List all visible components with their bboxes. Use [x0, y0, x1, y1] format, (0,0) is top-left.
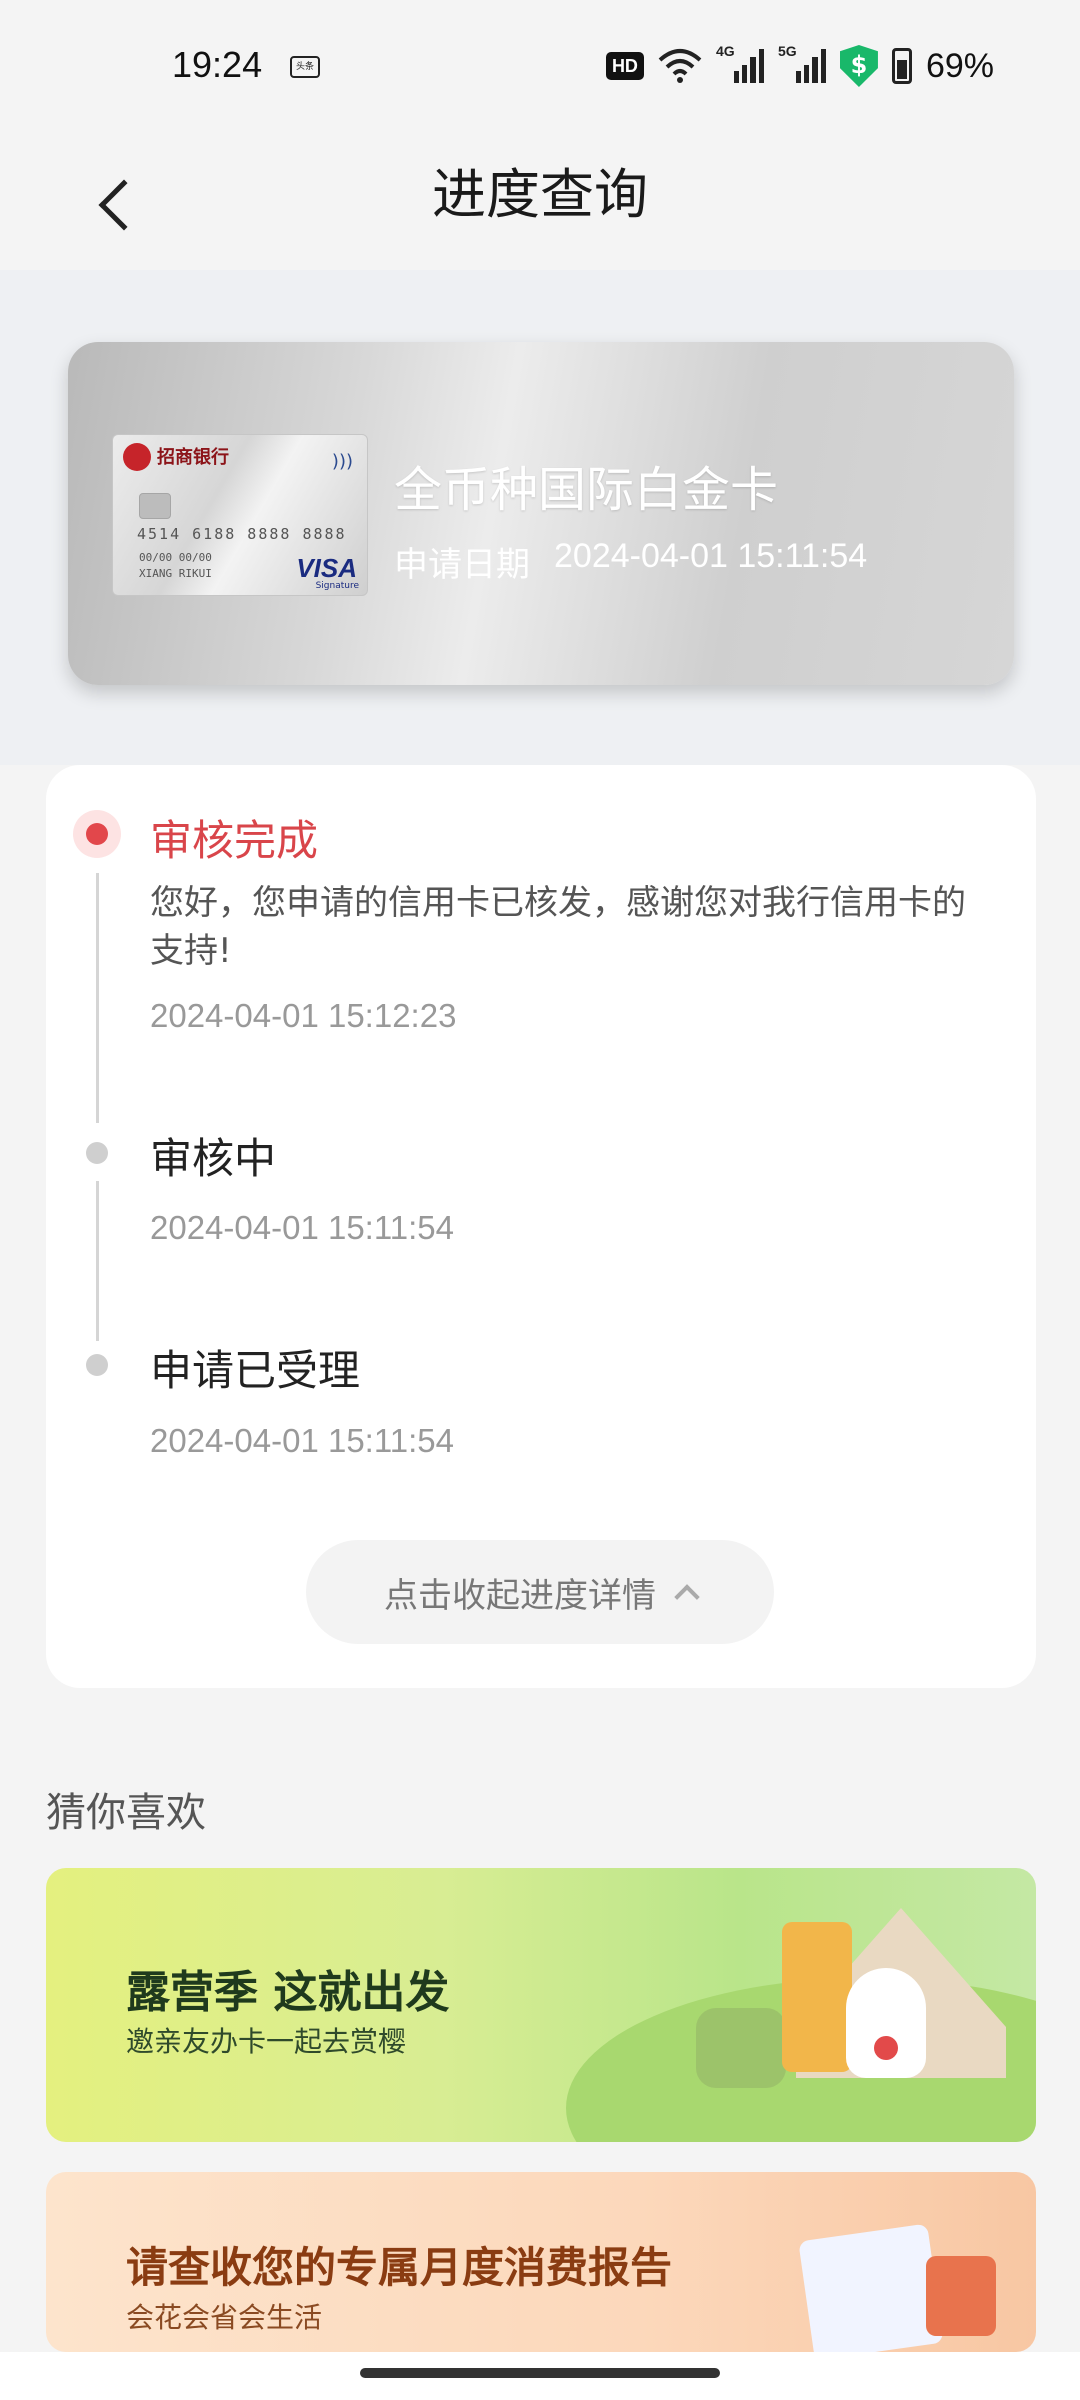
step-title: 审核完成: [150, 816, 319, 865]
camping-banner[interactable]: 露营季 这就出发 邀亲友办卡一起去赏樱: [46, 1868, 1036, 2142]
page-title: 进度查询: [432, 163, 648, 226]
signal-4g-icon: 4G: [716, 43, 764, 83]
visa-signature: Signature: [315, 581, 359, 591]
receipt-illustration: [798, 2223, 944, 2352]
security-shield-icon: $: [839, 45, 878, 87]
step-title: 申请已受理: [150, 1346, 361, 1395]
collapse-label: 点击收起进度详情: [384, 1575, 656, 1616]
recommend-section-title: 猜你喜欢: [46, 1790, 206, 1836]
card-holder: XIANG RIKUI: [139, 567, 212, 580]
apply-date-label: 申请日期: [394, 545, 530, 585]
credit-card-image: 招商银行 ))) 4514 6188 8888 8888 00/00 00/00…: [112, 434, 368, 596]
step-description: 您好，您申请的信用卡已核发，感谢您对我行信用卡的支持!: [150, 883, 966, 971]
chip-icon: [139, 493, 171, 519]
card-expiry: 00/00 00/00: [139, 551, 212, 564]
suitcase-illustration: [782, 1922, 852, 2072]
step-title: 审核中: [150, 1134, 277, 1183]
battery-icon: [891, 48, 912, 84]
step-time: 2024-04-01 15:11:54: [150, 1422, 454, 1459]
card-title: 全币种国际白金卡: [394, 462, 779, 518]
timeline-line: [96, 873, 99, 1123]
timeline-line: [96, 1181, 99, 1341]
card-number: 4514 6188 8888 8888: [137, 525, 347, 543]
visa-logo: VISA: [296, 553, 357, 583]
banner-subtitle: 邀亲友办卡一起去赏樱: [126, 2025, 407, 2058]
chevron-up-icon: [674, 1584, 700, 1610]
status-time: 19:24: [172, 44, 263, 85]
progress-card: 审核完成 您好，您申请的信用卡已核发，感谢您对我行信用卡的支持! 2024-04…: [46, 765, 1036, 1688]
card-summary-area: 招商银行 ))) 4514 6188 8888 8888 00/00 00/00…: [0, 270, 1080, 765]
home-indicator[interactable]: [360, 2368, 720, 2378]
banner-headline: 露营季 这就出发: [126, 1967, 450, 2018]
signal-5g-icon: 5G: [778, 43, 826, 83]
apply-date-value: 2024-04-01 15:11:54: [554, 537, 868, 575]
bank-logo-icon: [123, 443, 151, 471]
step-dot: [86, 1354, 108, 1376]
status-bar: 19:24 头条 HD 4G 5G $ 69%: [0, 0, 1080, 140]
purse-illustration: [926, 2256, 996, 2336]
status-icons: HD 4G 5G $ 69%: [605, 43, 994, 88]
battery-percent: 69%: [925, 46, 994, 85]
contactless-icon: ))): [331, 451, 353, 472]
banner-headline: 请查收您的专属月度消费报告: [126, 2243, 673, 2292]
spending-report-banner[interactable]: 请查收您的专属月度消费报告 会花会省会生活: [46, 2172, 1036, 2352]
step-time: 2024-04-01 15:11:54: [150, 1209, 454, 1246]
mascot-cat-illustration: [846, 1968, 926, 2078]
card-summary-panel: 招商银行 ))) 4514 6188 8888 8888 00/00 00/00…: [68, 342, 1014, 685]
step-dot: [86, 1142, 108, 1164]
step-time: 2024-04-01 15:12:23: [150, 997, 457, 1034]
wifi-icon: [658, 49, 702, 83]
step-dot-active: [73, 810, 121, 858]
collapse-progress-button[interactable]: 点击收起进度详情: [306, 1540, 774, 1644]
banner-subtitle: 会花会省会生活: [126, 2301, 323, 2334]
bank-name: 招商银行: [157, 447, 229, 468]
hd-voice-icon: HD: [605, 52, 644, 80]
air-fryer-illustration: [696, 2008, 786, 2088]
toutiao-app-icon: 头条: [290, 56, 320, 78]
